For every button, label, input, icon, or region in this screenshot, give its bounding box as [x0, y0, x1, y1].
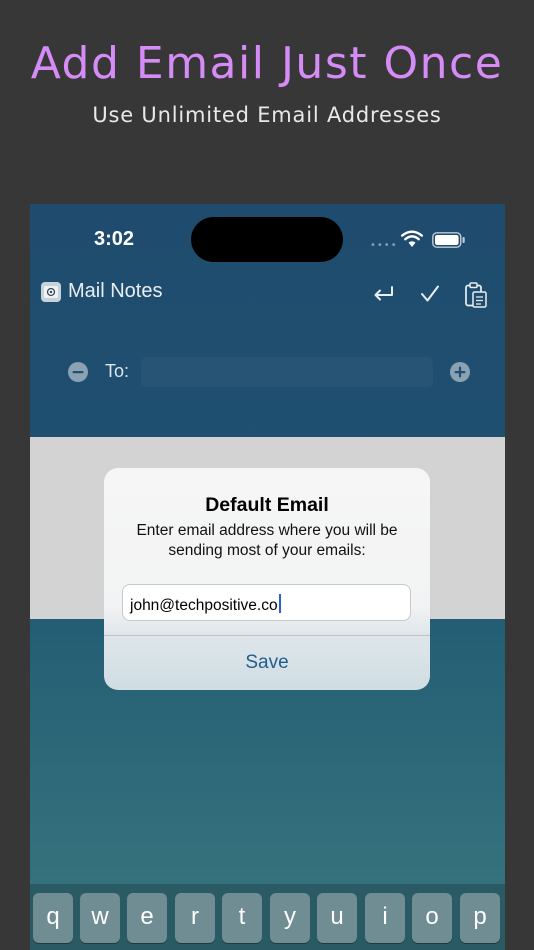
key-e[interactable]: e	[127, 893, 167, 943]
wifi-icon	[401, 230, 423, 247]
signal-icon: ••••	[370, 240, 398, 251]
checkmark-icon[interactable]	[418, 282, 442, 306]
key-w[interactable]: w	[80, 893, 120, 943]
key-u[interactable]: u	[317, 893, 357, 943]
to-label: To:	[105, 361, 130, 381]
save-button[interactable]: Save	[104, 636, 430, 690]
remove-recipient-icon[interactable]	[67, 361, 89, 383]
mail-notes-app-icon[interactable]	[40, 281, 62, 303]
keyboard: q w e r t y u i o p	[30, 884, 505, 950]
key-y[interactable]: y	[270, 893, 310, 943]
app-title: Mail Notes	[68, 280, 163, 302]
battery-icon	[432, 232, 465, 248]
dynamic-island	[191, 217, 343, 262]
add-recipient-icon[interactable]	[449, 361, 471, 383]
dialog-message: Enter email address where you will be se…	[136, 522, 398, 559]
return-arrow-icon[interactable]	[371, 282, 397, 306]
key-q[interactable]: q	[33, 893, 73, 943]
status-time: 3:02	[94, 228, 135, 250]
phone-screen: 3:02 •••• Mail Notes To: Default Email E…	[30, 204, 505, 950]
key-t[interactable]: t	[222, 893, 262, 943]
key-o[interactable]: o	[412, 893, 452, 943]
default-email-dialog: Default Email Enter email address where …	[104, 468, 430, 690]
key-i[interactable]: i	[365, 893, 405, 943]
key-r[interactable]: r	[175, 893, 215, 943]
promo-headline: Add Email Just Once	[30, 38, 504, 89]
to-field[interactable]	[141, 357, 433, 387]
email-input-value: john@techpositive.co	[130, 594, 281, 615]
promo-subheadline: Use Unlimited Email Addresses	[92, 103, 442, 127]
clipboard-icon[interactable]	[463, 282, 489, 310]
dialog-title: Default Email	[205, 494, 329, 516]
text-caret	[278, 594, 281, 613]
key-p[interactable]: p	[460, 893, 500, 943]
